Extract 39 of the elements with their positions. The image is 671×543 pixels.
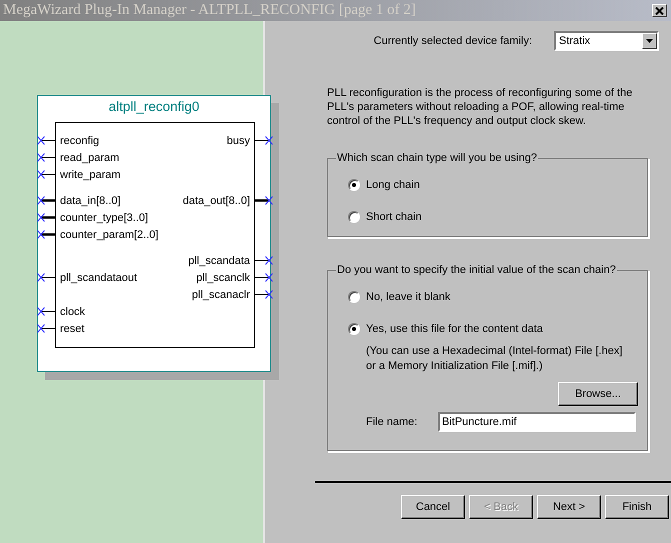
close-icon (655, 6, 664, 14)
close-button[interactable] (652, 4, 667, 17)
file-name-field[interactable]: BitPuncture.mif (438, 412, 636, 432)
port-label: data_in[8..0] (59, 194, 121, 206)
port-label: busy (226, 134, 251, 146)
group-title: Do you want to specify the initial value of the scan chain? (336, 264, 617, 276)
dropdown-arrow-icon (646, 39, 653, 43)
radio-button[interactable] (348, 323, 360, 335)
device-family-label: Currently selected device family: (374, 35, 532, 47)
symbol-name: altpll_reconfig0 (108, 99, 200, 116)
radio-button[interactable] (348, 179, 360, 191)
port-label: counter_type[3..0] (59, 212, 148, 224)
browse-button[interactable]: Browse... (558, 382, 638, 406)
radio-button[interactable] (348, 291, 360, 303)
port-label: pll_scandata (188, 254, 251, 266)
note-text: (You can use a Hexadecimal (Intel-format) File [.hex] (366, 344, 624, 359)
description-text: PLL reconfiguration is the process of reconfiguring some of the PLL's parameters without reloading a POF, allowing real-time control of the PLL's frequency and output clock skew. (327, 86, 634, 128)
option-label: Yes, use this file for the content data (366, 323, 543, 335)
wizard-button[interactable]: Cancel (401, 495, 465, 519)
port-label: pll_scanclk (196, 272, 251, 284)
port-label: clock (59, 306, 86, 318)
wizard-button[interactable]: Next > (537, 495, 601, 519)
port-label: read_param (59, 152, 120, 164)
port-label: counter_param[2..0] (59, 228, 158, 240)
radio-button[interactable] (348, 211, 360, 223)
option-label: No, leave it blank (366, 291, 450, 303)
group-title: Which scan chain type will you be using? (336, 152, 538, 164)
port-label: write_param (59, 168, 121, 180)
device-family-dropdown[interactable]: Stratix (554, 31, 659, 51)
file-name-label: File name: (366, 416, 418, 428)
option-label: Long chain (366, 179, 420, 191)
wizard-button[interactable]: Finish (605, 495, 669, 519)
option-label: Short chain (366, 211, 422, 223)
port-label: reset (59, 322, 84, 334)
port-label: pll_scanaclr (192, 288, 251, 300)
port-label: reconfig (59, 134, 100, 146)
port-label: data_out[8..0] (182, 194, 251, 206)
note-text: or a Memory Initialization File [.mif].) (366, 359, 544, 374)
port-label: pll_scandataout (59, 272, 138, 284)
